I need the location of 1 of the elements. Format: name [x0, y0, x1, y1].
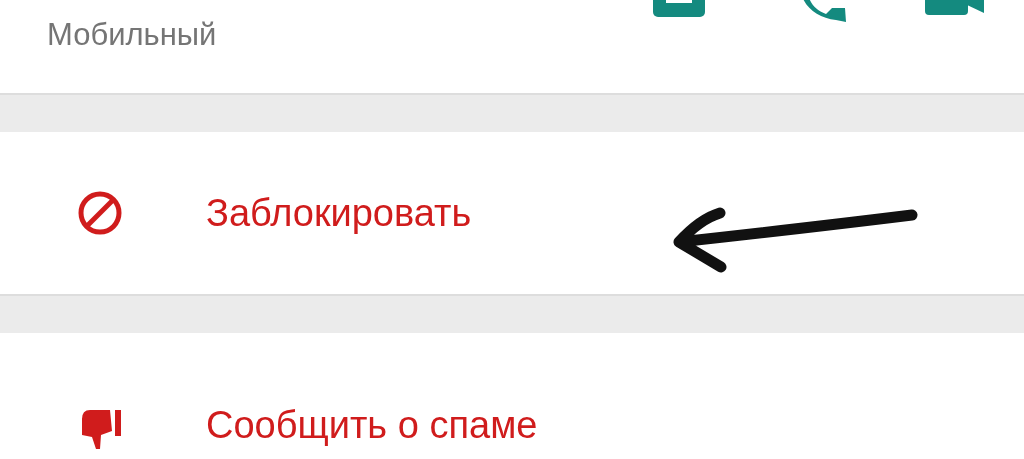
phone-type-label: Мобильный	[47, 16, 217, 54]
